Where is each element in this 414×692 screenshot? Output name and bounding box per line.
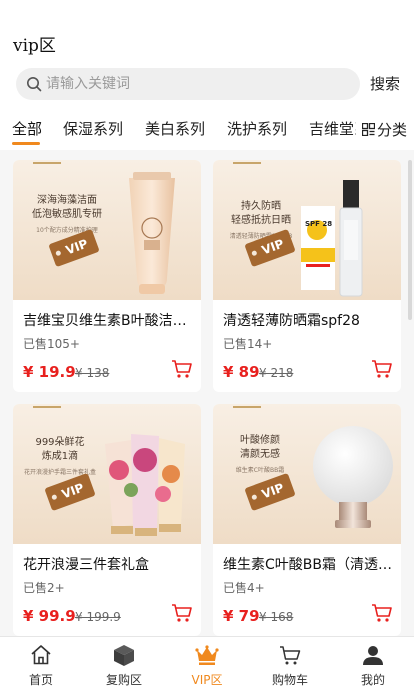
user-icon [363, 646, 383, 665]
add-to-cart-icon[interactable] [371, 602, 393, 624]
tabbar-item-home[interactable]: 首页 [0, 637, 82, 692]
product-name: 吉维宝贝维生素B叶酸洁面乳 [23, 313, 193, 329]
product-sold-count: 已售105+ [23, 337, 80, 351]
header: vip区 搜索 全部 保湿系列 美白系列 洗护系列 吉维堂系列 [0, 0, 414, 150]
tabbar-label: 我的 [360, 673, 385, 687]
product-original-price: ¥ 218 [259, 366, 294, 380]
product-card[interactable]: 叶酸修颜 清颜无感 维生素C叶酸BB霜 VIP 维生素C叶酸BB霜（清透款） 已… [213, 404, 401, 636]
tabbar-label: VIP区 [191, 673, 223, 687]
image-caption-line: 轻感抵抗日晒 [231, 215, 291, 226]
product-price: ¥ 19.9 [23, 363, 76, 381]
tabbar-item-vip[interactable]: VIP区 [166, 637, 248, 692]
tab-whitening[interactable]: 美白系列 [145, 118, 205, 139]
category-tabs: 全部 保湿系列 美白系列 洗护系列 吉维堂系列 [0, 116, 356, 146]
product-card[interactable]: 999朵鲜花 炼成1滴 花开浪漫护手霜三件套礼盒 VIP 花开浪漫三件套礼盒 已… [13, 404, 201, 636]
home-icon [31, 645, 51, 665]
tabbar-item-cart[interactable]: 购物车 [249, 637, 331, 692]
product-image: 深海海藻洁面 低泡敏感肌专研 10个配方成分精准护理 VIP [13, 160, 201, 300]
image-caption-line: 999朵鲜花 [35, 437, 85, 448]
tab-all[interactable]: 全部 [12, 118, 42, 139]
tabbar-label: 复购区 [105, 673, 142, 687]
category-button[interactable]: 分类 [356, 116, 414, 142]
tabbar-label: 首页 [28, 673, 53, 687]
image-caption-line: 持久防晒 [241, 201, 281, 212]
product-image: 持久防晒 轻感抵抗日晒 清透轻薄防晒霜SPF 28 SPF 28 VIP [213, 160, 401, 300]
bottle-label: SPF 28 [305, 220, 333, 228]
bottom-tab-bar: 首页 复购区 VIP区 购物车 我的 [0, 636, 414, 692]
add-to-cart-icon[interactable] [371, 358, 393, 380]
product-card[interactable]: 持久防晒 轻感抵抗日晒 清透轻薄防晒霜SPF 28 SPF 28 VIP 清透轻… [213, 160, 401, 392]
product-card[interactable]: 深海海藻洁面 低泡敏感肌专研 10个配方成分精准护理 VIP 吉维宝贝维生素B叶… [13, 160, 201, 392]
image-caption-line: 叶酸修颜 [240, 435, 280, 446]
grid-icon [362, 122, 375, 136]
tabbar-item-profile[interactable]: 我的 [332, 637, 414, 692]
search-button[interactable]: 搜索 [370, 73, 400, 94]
tab-cleansing[interactable]: 洗护系列 [227, 118, 287, 139]
product-sold-count: 已售14+ [223, 337, 273, 351]
product-original-price: ¥ 199.9 [75, 610, 121, 624]
tabbar-item-repurchase[interactable]: 复购区 [83, 637, 165, 692]
search-icon [27, 77, 42, 92]
product-sold-count: 已售4+ [223, 581, 265, 595]
image-caption-line: 低泡敏感肌专研 [32, 209, 102, 220]
image-caption-line: 炼成1滴 [41, 451, 79, 462]
product-price: ¥ 89 [223, 363, 260, 381]
cart-icon [280, 646, 301, 665]
crown-icon [195, 645, 219, 665]
product-original-price: ¥ 168 [259, 610, 294, 624]
product-price: ¥ 79 [223, 607, 260, 625]
scrollbar[interactable] [408, 160, 412, 320]
search-bar[interactable] [16, 68, 360, 100]
image-caption-line: 深海海藻洁面 [37, 195, 97, 206]
image-note: 维生素C叶酸BB霜 [235, 467, 285, 474]
product-original-price: ¥ 138 [75, 366, 110, 380]
page-title: vip区 [13, 36, 56, 56]
product-sold-count: 已售2+ [23, 581, 65, 595]
product-image: 999朵鲜花 炼成1滴 花开浪漫护手霜三件套礼盒 VIP [13, 404, 201, 544]
add-to-cart-icon[interactable] [171, 602, 193, 624]
product-name: 花开浪漫三件套礼盒 [23, 557, 149, 573]
active-tab-indicator [12, 142, 40, 145]
tab-jiweitang[interactable]: 吉维堂系列 [309, 118, 356, 139]
product-price: ¥ 99.9 [23, 607, 76, 625]
tab-moisturizing[interactable]: 保湿系列 [63, 118, 123, 139]
image-caption-line: 清颜无感 [240, 449, 280, 460]
box-icon [114, 645, 134, 666]
image-note: 10个配方成分精准护理 [36, 227, 98, 234]
product-image: 叶酸修颜 清颜无感 维生素C叶酸BB霜 VIP [213, 404, 401, 544]
product-name: 维生素C叶酸BB霜（清透款） [223, 557, 393, 573]
product-name: 清透轻薄防晒霜spf28 [223, 313, 360, 329]
tabbar-label: 购物车 [271, 673, 308, 687]
category-button-label: 分类 [377, 120, 408, 139]
search-input[interactable] [46, 68, 346, 100]
add-to-cart-icon[interactable] [171, 358, 193, 380]
vip-page: vip区 搜索 全部 保湿系列 美白系列 洗护系列 吉维堂系列 [0, 0, 414, 692]
image-note: 花开浪漫护手霜三件套礼盒 [23, 469, 96, 476]
